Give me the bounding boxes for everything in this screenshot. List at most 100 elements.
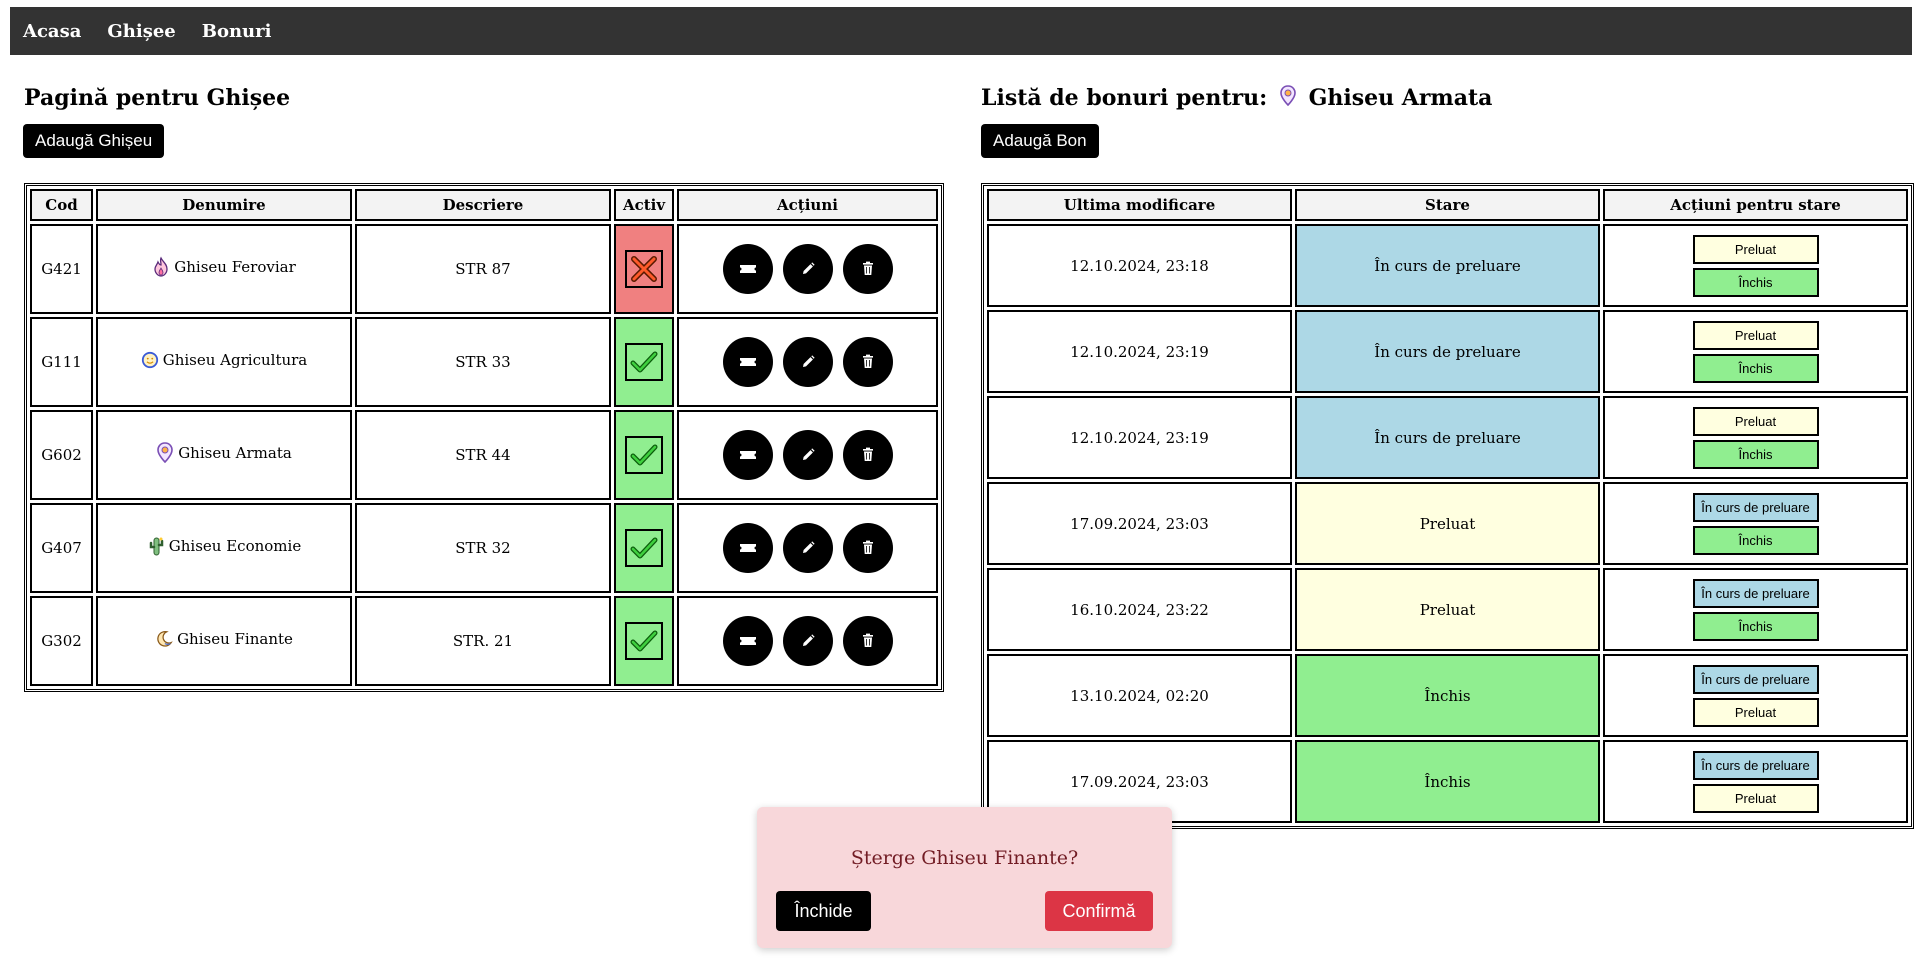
modal-confirm-button[interactable]: Confirmă [1045,891,1153,931]
edit-button[interactable] [782,430,833,480]
header-actiuni: Acțiuni [677,189,938,221]
nav-link-ghisee[interactable]: Ghișee [107,21,175,42]
bon-row: 17.09.2024, 23:03 Preluat În curs de prelu… [987,482,1908,565]
ghiseu-denumire-text: Ghiseu Finante [177,630,293,648]
ghiseu-denumire-cell: Ghiseu Armata [96,410,352,500]
bonuri-header-row: Ultima modificare Stare Acțiuni pentru s… [987,189,1908,221]
set-stare-inchis-button[interactable]: Închis [1692,353,1819,383]
bon-stare: Preluat [1295,568,1600,651]
header-descriere: Descriere [355,189,611,221]
ghiseu-activ-cell [614,596,674,686]
pencil-icon [800,540,816,556]
ghiseu-actions-cell [677,317,938,407]
edit-button[interactable] [782,337,833,387]
set-stare-preluat-button[interactable]: Preluat [1692,406,1819,436]
check-icon[interactable] [625,436,663,474]
bonuri-button[interactable] [722,616,773,666]
set-stare-inchis-button[interactable]: Închis [1692,611,1819,641]
ghiseu-denumire: Ghiseu Feroviar [152,256,296,278]
ghisee-page-title: Pagină pentru Ghișee [24,85,291,111]
header-actiuni-stare: Acțiuni pentru stare [1603,189,1908,221]
set-stare-inchis-button[interactable]: Închis [1692,439,1819,469]
location-pin-icon [156,442,174,464]
bon-actions-cell: Preluat Închis [1603,310,1908,393]
check-icon[interactable] [625,529,663,567]
ghiseu-row: G421 Ghiseu Feroviar STR 87 [30,224,938,314]
ghiseu-denumire-cell: Ghiseu Economie [96,503,352,593]
edit-button[interactable] [782,244,833,294]
bon-row: 13.10.2024, 02:20 Închis În curs de prelua… [987,654,1908,737]
bonuri-button[interactable] [722,337,773,387]
bon-row: 12.10.2024, 23:19 În curs de preluare Prel… [987,310,1908,393]
ghiseu-descriere: STR. 21 [355,596,611,686]
trash-icon [861,261,875,277]
ghiseu-denumire-text: Ghiseu Armata [178,444,292,462]
ghiseu-denumire-cell: Ghiseu Agricultura [96,317,352,407]
header-cod: Cod [30,189,93,221]
trash-icon [861,354,875,370]
edit-button[interactable] [782,616,833,666]
set-stare-inchis-button[interactable]: Închis [1692,525,1819,555]
bonuri-ghiseu-name: Ghiseu Armata [1308,85,1493,111]
bon-stare: În curs de preluare [1295,396,1600,479]
trash-icon [861,633,875,649]
set-stare-curs-button[interactable]: În curs de preluare [1692,750,1819,780]
bonuri-button[interactable] [722,523,773,573]
ghiseu-cod: G602 [30,410,93,500]
bon-actions-cell: Preluat Închis [1603,224,1908,307]
ghiseu-actions-cell [677,503,938,593]
bon-ultima-modificare: 12.10.2024, 23:18 [987,224,1292,307]
edit-button[interactable] [782,523,833,573]
set-stare-curs-button[interactable]: În curs de preluare [1692,492,1819,522]
ghiseu-descriere: STR 32 [355,503,611,593]
ghiseu-row: G302 Ghiseu Finante STR. 21 [30,596,938,686]
bonuri-button[interactable] [722,430,773,480]
x-icon[interactable] [625,250,663,288]
trash-icon [861,540,875,556]
ticket-icon [739,449,757,461]
set-stare-curs-button[interactable]: În curs de preluare [1692,664,1819,694]
add-ghiseu-button[interactable]: Adaugă Ghișeu [23,124,165,158]
nav-link-acasa[interactable]: Acasa [23,21,81,42]
header-stare: Stare [1295,189,1600,221]
bon-actions-cell: Preluat Închis [1603,396,1908,479]
add-bon-button[interactable]: Adaugă Bon [981,124,1099,158]
ghiseu-denumire: Ghiseu Economie [147,535,301,557]
nav-link-bonuri[interactable]: Bonuri [202,21,272,42]
ghiseu-row: G602 Ghiseu Armata STR 44 [30,410,938,500]
set-stare-inchis-button[interactable]: Închis [1692,267,1819,297]
flame-icon [152,256,170,278]
ghiseu-activ-cell [614,503,674,593]
delete-button[interactable] [842,616,893,666]
delete-button[interactable] [842,337,893,387]
ghiseu-cod: G421 [30,224,93,314]
modal-close-button[interactable]: Închide [776,891,871,931]
set-stare-preluat-button[interactable]: Preluat [1692,320,1819,350]
ghiseu-activ-cell [614,317,674,407]
set-stare-preluat-button[interactable]: Preluat [1692,783,1819,813]
delete-button[interactable] [842,430,893,480]
moon-icon [155,628,173,650]
ticket-icon [739,356,757,368]
check-icon[interactable] [625,343,663,381]
header-ultima-modificare: Ultima modificare [987,189,1292,221]
bonuri-table: Ultima modificare Stare Acțiuni pentru s… [981,183,1914,829]
bon-ultima-modificare: 12.10.2024, 23:19 [987,396,1292,479]
delete-button[interactable] [842,244,893,294]
ghiseu-cod: G111 [30,317,93,407]
ghisee-header-row: Cod Denumire Descriere Activ Acțiuni [30,189,938,221]
check-icon[interactable] [625,622,663,660]
ghiseu-row: G407 Ghiseu Economie STR 32 [30,503,938,593]
bon-ultima-modificare: 17.09.2024, 23:03 [987,482,1292,565]
ghiseu-denumire-cell: Ghiseu Finante [96,596,352,686]
bonuri-button[interactable] [722,244,773,294]
location-pin-icon [1279,85,1297,107]
set-stare-curs-button[interactable]: În curs de preluare [1692,578,1819,608]
set-stare-preluat-button[interactable]: Preluat [1692,697,1819,727]
set-stare-preluat-button[interactable]: Preluat [1692,234,1819,264]
pencil-icon [800,261,816,277]
bon-stare: Preluat [1295,482,1600,565]
delete-button[interactable] [842,523,893,573]
bonuri-title-prefix: Listă de bonuri pentru: [981,85,1268,111]
ghiseu-actions-cell [677,224,938,314]
